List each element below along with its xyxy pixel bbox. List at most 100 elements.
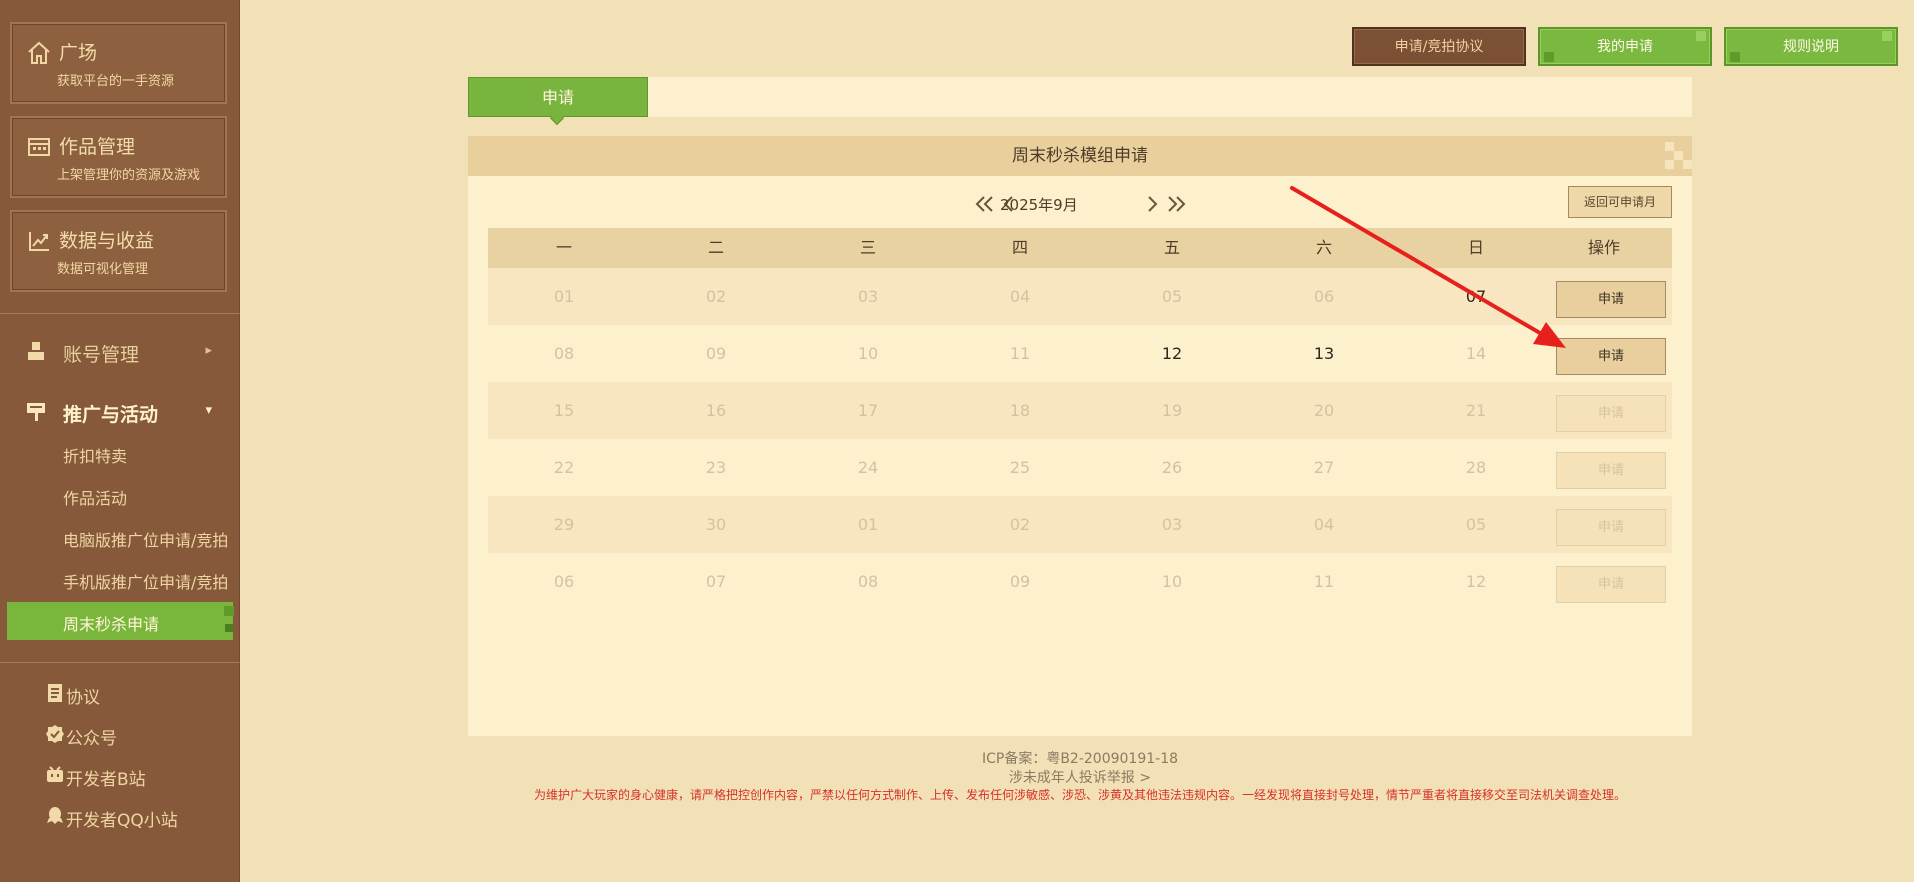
- weekday-header: 三: [859, 238, 876, 257]
- sidebar-group-promotion[interactable]: 推广与活动 ▾: [0, 392, 240, 432]
- calendar-day: 09: [705, 344, 727, 363]
- caret-right-icon: ▸: [205, 343, 212, 358]
- calendar-day: 01: [857, 515, 879, 534]
- apply-button[interactable]: 申请: [1556, 338, 1666, 375]
- calendar-day: 04: [1009, 287, 1031, 306]
- apply-button-disabled: 申请: [1556, 566, 1666, 603]
- weekday-header: 六: [1315, 238, 1332, 257]
- weekday-header: 五: [1163, 238, 1180, 257]
- calendar-week-row: 06 07 08 09 10 11 12 申请: [488, 553, 1672, 610]
- calendar-day: 02: [705, 287, 727, 306]
- sidebar-item-label: 电脑版推广位申请/竞拍: [63, 531, 229, 550]
- apply-panel: 周末秒杀模组申请 2025年9月 返回可申请月 一 二 三 四 五 六 日 操作…: [468, 136, 1692, 736]
- calendar-day: 23: [705, 458, 727, 477]
- calendar-day: 26: [1161, 458, 1183, 477]
- sidebar-link-label: 公众号: [66, 729, 117, 749]
- sidebar-group-account[interactable]: 账号管理 ▸: [0, 332, 240, 372]
- calendar-day: 07: [705, 572, 727, 591]
- sidebar-link-agreement[interactable]: 协议: [0, 678, 240, 710]
- rules-label: 规则说明: [1783, 39, 1839, 55]
- sidebar-item-weekend-flash[interactable]: 周末秒杀申请: [7, 602, 234, 640]
- calendar-header: 一 二 三 四 五 六 日 操作: [488, 228, 1672, 268]
- sidebar-divider: [0, 313, 240, 314]
- pixel-decoration: [1882, 31, 1892, 41]
- calendar-week-row: 29 30 01 02 03 04 05 申请: [488, 496, 1672, 553]
- calendar-day: 15: [553, 401, 575, 420]
- tab-apply[interactable]: 申请: [468, 77, 648, 126]
- calendar-day: 18: [1009, 401, 1031, 420]
- sidebar-item-pc-promo[interactable]: 电脑版推广位申请/竞拍: [0, 518, 240, 556]
- sidebar-item-label: 折扣特卖: [63, 447, 128, 466]
- document-icon: [45, 683, 65, 705]
- next-month-icon[interactable]: [1140, 192, 1164, 216]
- sidebar-card-title: 广场: [59, 42, 98, 64]
- calendar-day: 11: [1009, 344, 1031, 363]
- qq-icon: [45, 806, 65, 828]
- pixel-decoration: [1674, 151, 1683, 160]
- sidebar-card-plaza[interactable]: 广场 获取平台的一手资源: [10, 22, 227, 104]
- calendar-day: 16: [705, 401, 727, 420]
- calendar-day: 02: [1009, 515, 1031, 534]
- sidebar-link-wechat[interactable]: 公众号: [0, 719, 240, 751]
- sidebar-card-subtitle: 上架管理你的资源及游戏: [57, 168, 201, 183]
- apply-button-disabled: 申请: [1556, 452, 1666, 489]
- sidebar-card-title: 数据与收益: [59, 230, 155, 252]
- tab-pointer: [549, 110, 565, 126]
- calendar-day: 30: [705, 515, 727, 534]
- sidebar-item-discount[interactable]: 折扣特卖: [0, 434, 240, 472]
- my-apply-label: 我的申请: [1597, 39, 1653, 55]
- calendar-week-row: 15 16 17 18 19 20 21 申请: [488, 382, 1672, 439]
- sidebar-card-subtitle: 获取平台的一手资源: [57, 74, 175, 89]
- user-icon: [24, 339, 48, 363]
- calendar-day: 21: [1465, 401, 1487, 420]
- agreement-button[interactable]: 申请/竞拍协议: [1352, 27, 1526, 66]
- my-apply-button[interactable]: 我的申请: [1538, 27, 1712, 66]
- sidebar-card-data[interactable]: 数据与收益 数据可视化管理: [10, 210, 227, 292]
- sidebar-item-mobile-promo[interactable]: 手机版推广位申请/竞拍: [0, 560, 240, 598]
- calendar-day: 11: [1313, 572, 1335, 591]
- sidebar-item-label: 作品活动: [63, 489, 128, 508]
- home-icon: [26, 40, 52, 66]
- sidebar-divider: [0, 662, 240, 663]
- sidebar-card-subtitle: 数据可视化管理: [57, 262, 149, 277]
- calendar-day: 07: [1465, 287, 1487, 306]
- calendar-day: 08: [857, 572, 879, 591]
- sidebar-item-works-activity[interactable]: 作品活动: [0, 476, 240, 514]
- sidebar-card-works[interactable]: 作品管理 上架管理你的资源及游戏: [10, 116, 227, 198]
- weekday-header: 日: [1467, 238, 1484, 257]
- sidebar-link-qq[interactable]: 开发者QQ小站: [0, 801, 240, 833]
- calendar-day: 09: [1009, 572, 1031, 591]
- apply-button[interactable]: 申请: [1556, 281, 1666, 318]
- weekday-header: 一: [555, 238, 572, 257]
- return-available-month-button[interactable]: 返回可申请月: [1568, 186, 1672, 218]
- calendar-day: 22: [553, 458, 575, 477]
- panel-title: 周末秒杀模组申请: [1012, 146, 1148, 166]
- calendar-week-row: 22 23 24 25 26 27 28 申请: [488, 439, 1672, 496]
- calendar-day: 08: [553, 344, 575, 363]
- calendar-day: 10: [857, 344, 879, 363]
- calendar-day: 25: [1009, 458, 1031, 477]
- rules-button[interactable]: 规则说明: [1724, 27, 1898, 66]
- pixel-decoration: [1665, 160, 1674, 169]
- calendar-day: 06: [553, 572, 575, 591]
- next-year-icon[interactable]: [1164, 192, 1188, 216]
- calendar-day: 03: [857, 287, 879, 306]
- footer-report-link[interactable]: 涉未成年人投诉举报 >: [0, 767, 1914, 787]
- calendar-day: 10: [1161, 572, 1183, 591]
- sidebar-group-label: 推广与活动: [63, 404, 159, 426]
- pixel-decoration: [224, 606, 234, 616]
- prev-year-icon[interactable]: [973, 192, 997, 216]
- pixel-decoration: [1683, 160, 1692, 169]
- calendar-day: 04: [1313, 515, 1335, 534]
- verified-icon: [45, 724, 65, 746]
- tab-bar: 申请: [468, 77, 1692, 126]
- pixel-decoration: [1730, 52, 1740, 62]
- calendar-day: 05: [1465, 515, 1487, 534]
- signboard-icon: [24, 399, 48, 423]
- calendar-day: 27: [1313, 458, 1335, 477]
- calendar-day: 06: [1313, 287, 1335, 306]
- pixel-decoration: [1665, 142, 1674, 151]
- calendar-day: 14: [1465, 344, 1487, 363]
- caret-down-icon: ▾: [205, 403, 212, 418]
- calendar-day: 12: [1465, 572, 1487, 591]
